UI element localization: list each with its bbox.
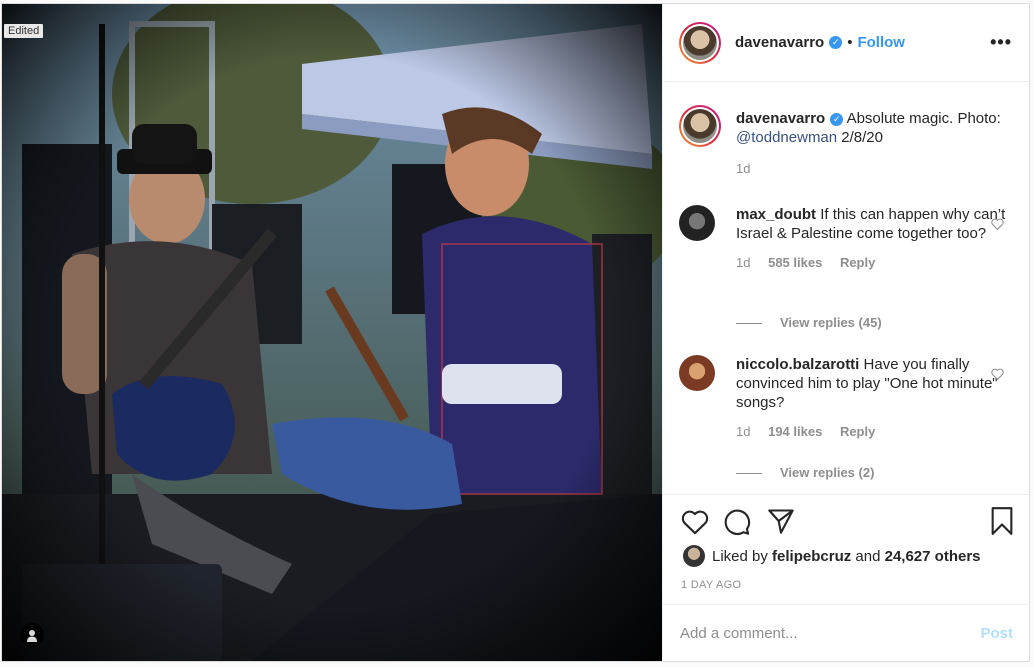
comment-like-heart-icon[interactable]: [991, 367, 1004, 385]
reply-button[interactable]: Reply: [840, 255, 875, 270]
add-comment-bar: Add a comment... Post: [663, 604, 1029, 661]
comment-item: max_doubt If this can happen why can’t I…: [679, 205, 1014, 270]
follow-button[interactable]: Follow: [857, 34, 905, 51]
comment-username[interactable]: niccolo.balzarotti: [736, 356, 859, 373]
comment-time[interactable]: 1d: [736, 255, 750, 270]
instagram-post: Edited davenavarro ✓ • Follow ••• davena…: [1, 3, 1030, 662]
caption: davenavarro ✓ Absolute magic. Photo: @tod…: [679, 105, 1014, 176]
verified-icon: ✓: [829, 36, 843, 49]
comment-avatar[interactable]: [679, 205, 715, 241]
author-username[interactable]: davenavarro: [735, 34, 824, 51]
view-replies-label: View replies (2): [780, 465, 875, 480]
comment-item: niccolo.balzarotti Have you finally conv…: [679, 355, 1014, 439]
caption-username[interactable]: davenavarro: [736, 110, 825, 127]
comments-section: davenavarro ✓ Absolute magic. Photo: @tod…: [663, 83, 1029, 493]
liked-by-others[interactable]: 24,627 others: [885, 548, 981, 565]
caption-time[interactable]: 1d: [736, 161, 750, 176]
verified-icon: ✓: [830, 113, 844, 126]
view-replies-button[interactable]: View replies (2): [736, 465, 874, 480]
comment-likes[interactable]: 194 likes: [768, 424, 822, 439]
share-icon[interactable]: [767, 508, 795, 539]
liked-by-prefix: Liked by: [712, 547, 768, 565]
edited-label: Edited: [4, 24, 44, 38]
liked-by-and: and: [855, 547, 881, 565]
concert-photo-illustration: [2, 4, 662, 661]
caption-avatar[interactable]: [679, 105, 721, 147]
header-separator: •: [847, 34, 853, 51]
view-replies-label: View replies (45): [780, 315, 882, 330]
post-photo[interactable]: Edited: [2, 4, 662, 661]
view-replies-button[interactable]: View replies (45): [736, 315, 882, 330]
caption-text: Absolute magic. Photo:: [846, 110, 1001, 127]
more-icon[interactable]: •••: [990, 32, 1012, 53]
action-icons: [679, 507, 1014, 537]
comment-time[interactable]: 1d: [736, 424, 750, 439]
likes-summary: Liked by felipebcruz and 24,627 others: [683, 545, 981, 567]
reply-button[interactable]: Reply: [840, 424, 875, 439]
user-tag-icon[interactable]: [20, 623, 44, 647]
comment-likes[interactable]: 585 likes: [768, 255, 822, 270]
post-header: davenavarro ✓ • Follow •••: [663, 4, 1029, 82]
comment-username[interactable]: max_doubt: [736, 206, 816, 223]
liked-by-user[interactable]: felipebcruz: [772, 548, 851, 565]
add-comment-input[interactable]: Add a comment...: [680, 625, 980, 642]
heart-icon[interactable]: [681, 509, 709, 540]
comment-avatar[interactable]: [679, 355, 715, 391]
post-actions: Liked by felipebcruz and 24,627 others 1…: [663, 494, 1029, 605]
post-sidebar: davenavarro ✓ • Follow ••• davenavarro ✓ …: [662, 4, 1029, 661]
post-timestamp[interactable]: 1 DAY AGO: [681, 579, 741, 591]
liker-avatar[interactable]: [683, 545, 705, 567]
bookmark-icon[interactable]: [990, 507, 1014, 540]
caption-date: 2/8/20: [837, 129, 883, 146]
author-avatar[interactable]: [679, 21, 721, 64]
comment-icon[interactable]: [723, 508, 751, 541]
post-comment-button[interactable]: Post: [980, 625, 1013, 642]
comment-like-heart-icon[interactable]: [991, 217, 1004, 235]
caption-mention-link[interactable]: @toddnewman: [736, 129, 837, 146]
